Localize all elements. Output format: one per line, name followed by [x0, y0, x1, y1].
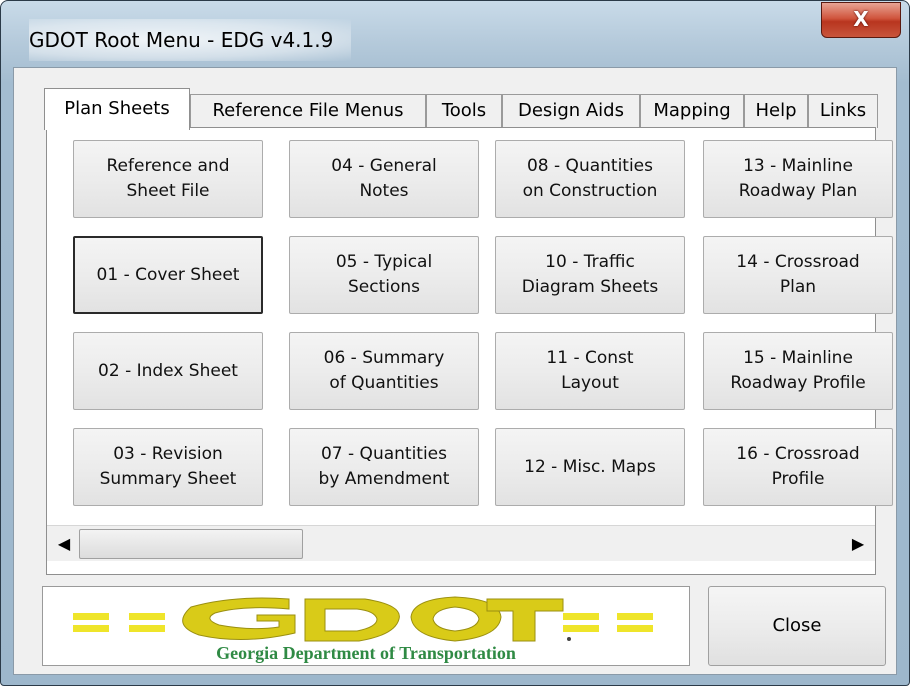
tab-help[interactable]: Help — [744, 94, 808, 128]
crossroad-profile-button[interactable]: 16 - Crossroad Profile — [703, 428, 893, 506]
quantities-by-amendment-button[interactable]: 07 - Quantities by Amendment — [289, 428, 479, 506]
revision-summary-sheet-button[interactable]: 03 - Revision Summary Sheet — [73, 428, 263, 506]
tab-mapping[interactable]: Mapping — [640, 94, 744, 128]
typical-sections-button[interactable]: 05 - Typical Sections — [289, 236, 479, 314]
plan-sheets-panel: Reference and Sheet File 04 - General No… — [46, 127, 893, 575]
close-button[interactable]: Close — [708, 586, 886, 666]
index-sheet-button[interactable]: 02 - Index Sheet — [73, 332, 263, 410]
general-notes-button[interactable]: 04 - General Notes — [289, 140, 479, 218]
logo-subtitle: Georgia Department of Transportation — [216, 643, 516, 663]
mainline-roadway-plan-button[interactable]: 13 - Mainline Roadway Plan — [703, 140, 893, 218]
const-layout-button[interactable]: 11 - Const Layout — [495, 332, 685, 410]
reference-and-sheet-file-button[interactable]: Reference and Sheet File — [73, 140, 263, 218]
gdot-logo-panel: Georgia Department of Transportation — [42, 586, 690, 666]
tab-design-aids[interactable]: Design Aids — [502, 94, 640, 128]
scroll-thumb[interactable] — [79, 529, 303, 559]
window-close-button[interactable]: X — [821, 2, 901, 38]
crossroad-plan-button[interactable]: 14 - Crossroad Plan — [703, 236, 893, 314]
tab-reference-file-menus[interactable]: Reference File Menus — [190, 94, 426, 128]
summary-of-quantities-button[interactable]: 06 - Summary of Quantities — [289, 332, 479, 410]
horizontal-scrollbar[interactable]: ◀ ▶ — [47, 525, 875, 561]
app-window: GDOT Root Menu - EDG v4.1.9 X Plan Sheet… — [0, 0, 910, 686]
tab-links[interactable]: Links — [808, 94, 878, 128]
gdot-logo: Georgia Department of Transportation — [73, 596, 653, 663]
cover-sheet-button[interactable]: 01 - Cover Sheet — [73, 236, 263, 314]
tab-plan-sheets[interactable]: Plan Sheets — [44, 88, 190, 130]
traffic-diagram-sheets-button[interactable]: 10 - Traffic Diagram Sheets — [495, 236, 685, 314]
client-area: Plan Sheets Reference File Menus Tools D… — [13, 67, 897, 675]
mainline-roadway-profile-button[interactable]: 15 - Mainline Roadway Profile — [703, 332, 893, 410]
misc-maps-button[interactable]: 12 - Misc. Maps — [495, 428, 685, 506]
tab-tools[interactable]: Tools — [426, 94, 502, 128]
quantities-on-construction-button[interactable]: 08 - Quantities on Construction — [495, 140, 685, 218]
scroll-left-icon[interactable]: ◀ — [49, 529, 79, 559]
title-bar[interactable]: GDOT Root Menu - EDG v4.1.9 X — [1, 1, 909, 73]
scroll-right-icon[interactable]: ▶ — [843, 529, 873, 559]
window-title: GDOT Root Menu - EDG v4.1.9 — [29, 19, 352, 61]
